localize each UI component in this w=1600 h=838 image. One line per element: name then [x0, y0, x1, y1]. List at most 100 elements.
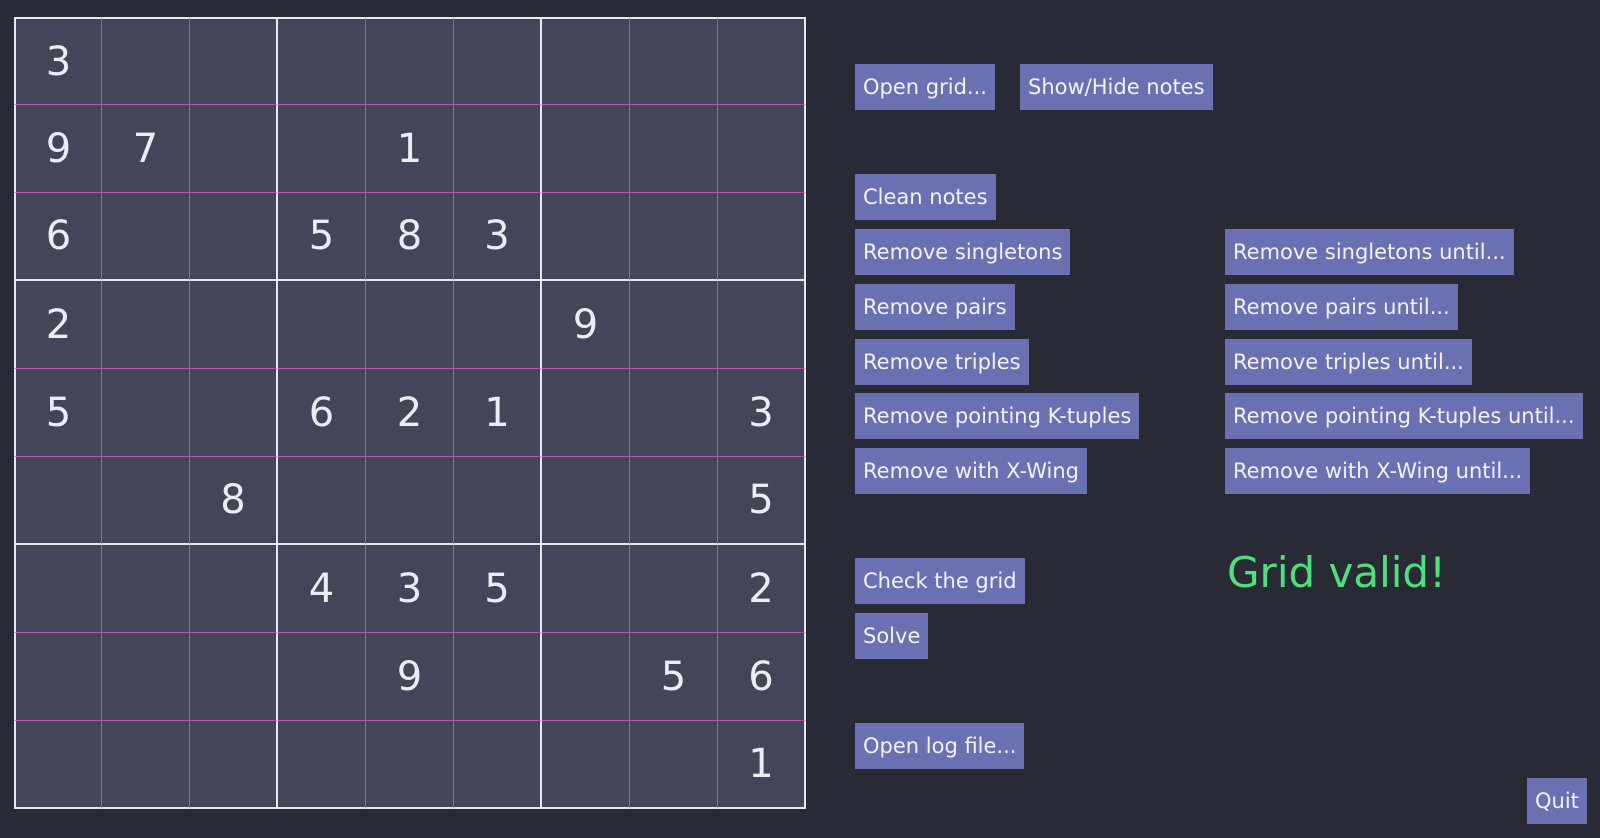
grid-cell-r8-c2[interactable]: [102, 633, 190, 721]
grid-cell-r8-c5[interactable]: 9: [366, 633, 454, 721]
grid-cell-r1-c2[interactable]: [102, 17, 190, 105]
grid-cell-r6-c8[interactable]: [630, 457, 718, 545]
grid-cell-r1-c4[interactable]: [278, 17, 366, 105]
grid-cell-r8-c9[interactable]: 6: [718, 633, 806, 721]
grid-cell-r5-c1[interactable]: 5: [14, 369, 102, 457]
grid-cell-r7-c5[interactable]: 3: [366, 545, 454, 633]
check-grid-button[interactable]: Check the grid: [855, 558, 1025, 604]
grid-cell-r1-c3[interactable]: [190, 17, 278, 105]
grid-cell-r7-c6[interactable]: 5: [454, 545, 542, 633]
grid-cell-r8-c3[interactable]: [190, 633, 278, 721]
grid-cell-r3-c1[interactable]: 6: [14, 193, 102, 281]
clean-notes-button[interactable]: Clean notes: [855, 174, 996, 220]
grid-cell-r2-c5[interactable]: 1: [366, 105, 454, 193]
grid-cell-r7-c2[interactable]: [102, 545, 190, 633]
grid-cell-r1-c5[interactable]: [366, 17, 454, 105]
grid-cell-r3-c3[interactable]: [190, 193, 278, 281]
grid-cell-r7-c8[interactable]: [630, 545, 718, 633]
remove-pairs-until-button[interactable]: Remove pairs until...: [1225, 284, 1458, 330]
grid-cell-r2-c2[interactable]: 7: [102, 105, 190, 193]
grid-cell-r6-c1[interactable]: [14, 457, 102, 545]
grid-cell-r2-c8[interactable]: [630, 105, 718, 193]
remove-pairs-button[interactable]: Remove pairs: [855, 284, 1015, 330]
grid-cell-r4-c4[interactable]: [278, 281, 366, 369]
remove-triples-until-button[interactable]: Remove triples until...: [1225, 339, 1472, 385]
remove-singletons-button[interactable]: Remove singletons: [855, 229, 1071, 275]
grid-cell-r6-c2[interactable]: [102, 457, 190, 545]
remove-x-wing-button[interactable]: Remove with X-Wing: [855, 448, 1087, 494]
open-grid-button[interactable]: Open grid...: [855, 64, 995, 110]
grid-cell-r9-c4[interactable]: [278, 721, 366, 809]
grid-cell-r1-c9[interactable]: [718, 17, 806, 105]
grid-cell-r7-c1[interactable]: [14, 545, 102, 633]
grid-cell-r9-c7[interactable]: [542, 721, 630, 809]
grid-cell-r3-c6[interactable]: 3: [454, 193, 542, 281]
quit-button[interactable]: Quit: [1527, 778, 1587, 824]
grid-cell-r1-c7[interactable]: [542, 17, 630, 105]
grid-cell-r5-c8[interactable]: [630, 369, 718, 457]
grid-cell-r6-c4[interactable]: [278, 457, 366, 545]
grid-cell-r9-c5[interactable]: [366, 721, 454, 809]
show-hide-notes-button[interactable]: Show/Hide notes: [1020, 64, 1213, 110]
remove-triples-button[interactable]: Remove triples: [855, 339, 1029, 385]
grid-cell-r4-c3[interactable]: [190, 281, 278, 369]
grid-cell-r2-c7[interactable]: [542, 105, 630, 193]
grid-cell-r5-c2[interactable]: [102, 369, 190, 457]
sudoku-grid: 3971658329562138543529561: [14, 17, 806, 809]
sudoku-app: 3971658329562138543529561 Open grid... S…: [0, 0, 1600, 838]
grid-cell-r8-c7[interactable]: [542, 633, 630, 721]
remove-pointing-k-tuples-button[interactable]: Remove pointing K-tuples: [855, 393, 1140, 439]
grid-cell-r3-c2[interactable]: [102, 193, 190, 281]
grid-cell-r6-c5[interactable]: [366, 457, 454, 545]
grid-cell-r3-c9[interactable]: [718, 193, 806, 281]
grid-cell-r1-c8[interactable]: [630, 17, 718, 105]
remove-pointing-k-tuples-until-button[interactable]: Remove pointing K-tuples until...: [1225, 393, 1583, 439]
grid-cell-r9-c9[interactable]: 1: [718, 721, 806, 809]
grid-cell-r5-c6[interactable]: 1: [454, 369, 542, 457]
solve-button[interactable]: Solve: [855, 613, 929, 659]
grid-cell-r7-c4[interactable]: 4: [278, 545, 366, 633]
grid-cell-r4-c5[interactable]: [366, 281, 454, 369]
grid-cell-r5-c4[interactable]: 6: [278, 369, 366, 457]
open-log-file-button[interactable]: Open log file...: [855, 723, 1025, 769]
grid-cell-r6-c3[interactable]: 8: [190, 457, 278, 545]
grid-cell-r4-c1[interactable]: 2: [14, 281, 102, 369]
grid-cell-r2-c4[interactable]: [278, 105, 366, 193]
grid-cell-r7-c9[interactable]: 2: [718, 545, 806, 633]
grid-cell-r7-c7[interactable]: [542, 545, 630, 633]
grid-cell-r1-c1[interactable]: 3: [14, 17, 102, 105]
grid-cell-r5-c7[interactable]: [542, 369, 630, 457]
grid-cell-r6-c6[interactable]: [454, 457, 542, 545]
grid-cell-r3-c4[interactable]: 5: [278, 193, 366, 281]
grid-cell-r8-c4[interactable]: [278, 633, 366, 721]
grid-cell-r9-c3[interactable]: [190, 721, 278, 809]
grid-cell-r2-c1[interactable]: 9: [14, 105, 102, 193]
remove-singletons-until-button[interactable]: Remove singletons until...: [1225, 229, 1514, 275]
grid-cell-r1-c6[interactable]: [454, 17, 542, 105]
grid-cell-r2-c9[interactable]: [718, 105, 806, 193]
grid-cell-r2-c3[interactable]: [190, 105, 278, 193]
grid-cell-r8-c8[interactable]: 5: [630, 633, 718, 721]
grid-cell-r3-c5[interactable]: 8: [366, 193, 454, 281]
grid-cell-r4-c8[interactable]: [630, 281, 718, 369]
grid-cell-r5-c3[interactable]: [190, 369, 278, 457]
grid-cell-r5-c5[interactable]: 2: [366, 369, 454, 457]
grid-cell-r4-c6[interactable]: [454, 281, 542, 369]
grid-cell-r4-c7[interactable]: 9: [542, 281, 630, 369]
grid-cell-r5-c9[interactable]: 3: [718, 369, 806, 457]
grid-cell-r7-c3[interactable]: [190, 545, 278, 633]
grid-cell-r6-c7[interactable]: [542, 457, 630, 545]
grid-cell-r8-c1[interactable]: [14, 633, 102, 721]
grid-cell-r6-c9[interactable]: 5: [718, 457, 806, 545]
remove-x-wing-until-button[interactable]: Remove with X-Wing until...: [1225, 448, 1531, 494]
grid-cell-r2-c6[interactable]: [454, 105, 542, 193]
grid-cell-r9-c8[interactable]: [630, 721, 718, 809]
grid-cell-r9-c6[interactable]: [454, 721, 542, 809]
grid-cell-r3-c7[interactable]: [542, 193, 630, 281]
grid-cell-r4-c2[interactable]: [102, 281, 190, 369]
grid-cell-r4-c9[interactable]: [718, 281, 806, 369]
grid-cell-r9-c2[interactable]: [102, 721, 190, 809]
grid-cell-r3-c8[interactable]: [630, 193, 718, 281]
grid-cell-r8-c6[interactable]: [454, 633, 542, 721]
grid-cell-r9-c1[interactable]: [14, 721, 102, 809]
